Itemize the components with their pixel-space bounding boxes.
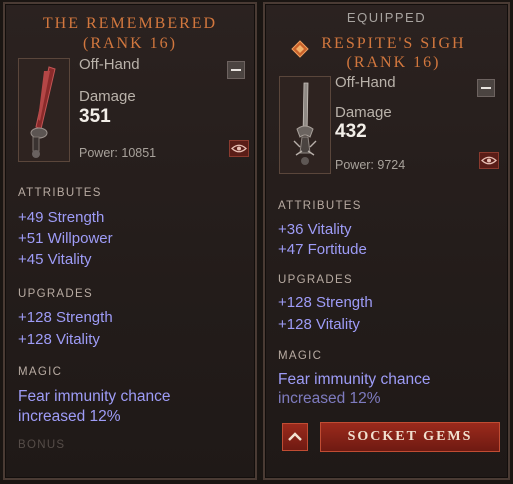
attributes-heading: ATTRIBUTES xyxy=(18,187,102,199)
magic-heading: MAGIC xyxy=(278,350,323,362)
item-image xyxy=(279,76,331,174)
damage-label: Damage xyxy=(79,88,136,105)
eye-icon xyxy=(231,144,247,153)
item-rank: (RANK 16) xyxy=(83,35,177,52)
item-title: RESPITE'S SIGH xyxy=(321,35,466,52)
magic-line: Fear immunity chance xyxy=(278,371,431,388)
weapon-icon xyxy=(19,59,69,161)
minus-icon xyxy=(481,87,491,89)
upgrade-stat: +128 Vitality xyxy=(18,331,100,348)
item-image xyxy=(18,58,70,162)
attribute-stat: +49 Strength xyxy=(18,209,105,226)
item-rank: (RANK 16) xyxy=(346,54,441,71)
magic-line: Fear immunity chance xyxy=(18,388,171,405)
item-title: THE REMEMBERED xyxy=(42,15,218,32)
bonus-heading: BONUS xyxy=(18,439,66,451)
damage-value: 432 xyxy=(335,121,367,142)
weapon-icon xyxy=(280,77,330,173)
inspect-button[interactable] xyxy=(479,152,499,169)
attribute-stat: +47 Fortitude xyxy=(278,241,367,258)
attribute-stat: +51 Willpower xyxy=(18,230,113,247)
attributes-heading: ATTRIBUTES xyxy=(278,200,362,212)
upgrades-heading: UPGRADES xyxy=(278,274,353,286)
compared-item-panel: THE REMEMBERED (RANK 16) Off-Hand Damage… xyxy=(3,2,257,480)
item-slot: Off-Hand xyxy=(335,74,396,91)
collapse-button[interactable] xyxy=(477,79,495,97)
eye-icon xyxy=(481,156,497,165)
upgrades-heading: UPGRADES xyxy=(18,288,93,300)
equipped-label: EQUIPPED xyxy=(346,10,427,25)
socket-gems-button[interactable]: SOCKET GEMS xyxy=(320,422,500,452)
expand-button[interactable] xyxy=(282,423,308,451)
item-power: Power: 9724 xyxy=(335,158,406,172)
attribute-stat: +45 Vitality xyxy=(18,251,92,268)
magic-heading: MAGIC xyxy=(18,366,63,378)
inspect-button[interactable] xyxy=(229,140,249,157)
magic-line: increased 12% xyxy=(278,390,381,407)
upgrade-stat: +128 Strength xyxy=(278,294,373,311)
upgrade-stat: +128 Vitality xyxy=(278,316,360,333)
chevron-up-icon xyxy=(288,432,302,441)
damage-label: Damage xyxy=(335,104,392,121)
attribute-stat: +36 Vitality xyxy=(278,221,352,238)
equipped-item-panel: EQUIPPED RESPITE'S SIGH (RANK 16) Off-Ha… xyxy=(263,2,510,480)
item-power: Power: 10851 xyxy=(79,146,157,160)
collapse-button[interactable] xyxy=(227,61,245,79)
upgrade-stat: +128 Strength xyxy=(18,309,113,326)
magic-line: increased 12% xyxy=(18,408,121,425)
minus-icon xyxy=(231,69,241,71)
damage-value: 351 xyxy=(79,106,111,127)
item-slot: Off-Hand xyxy=(79,56,140,73)
